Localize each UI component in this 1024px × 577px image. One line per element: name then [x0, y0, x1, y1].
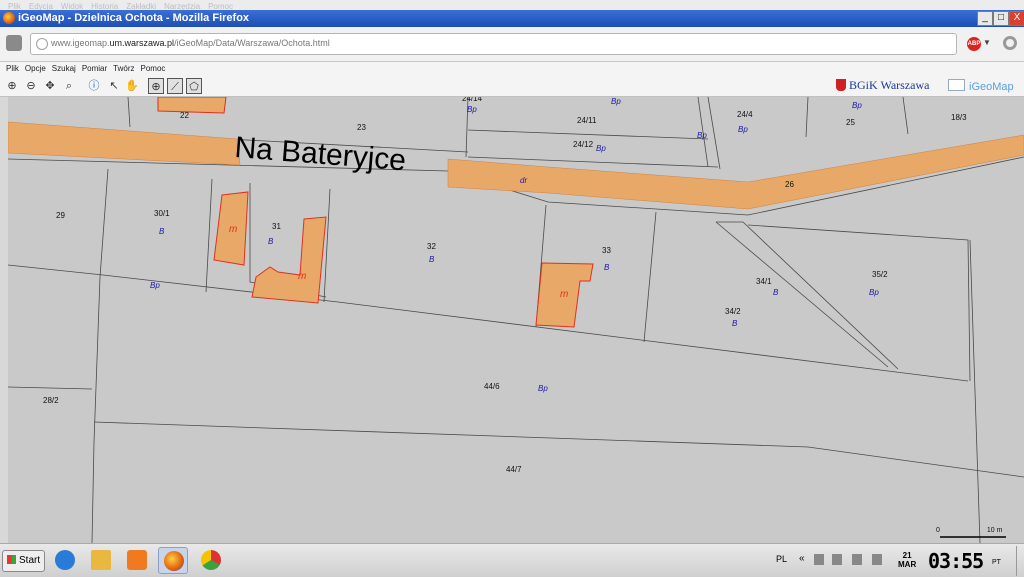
url-bar[interactable]: www.igeomap.um.warszawa.pl/iGeoMap/Data/… — [30, 33, 957, 55]
building-label: m — [298, 271, 307, 282]
parcel-label: 35/2 — [872, 270, 888, 279]
polygon-icon[interactable]: ⬠ — [186, 78, 202, 94]
parcel-use: B — [159, 227, 165, 236]
app-menu-item[interactable]: Opcje — [25, 62, 46, 76]
parcel-use: Bp — [596, 144, 606, 153]
parcel-use: Bp — [869, 288, 879, 297]
parcel-label: 30/1 — [154, 209, 170, 218]
url-text: www.igeomap.um.warszawa.pl/iGeoMap/Data/… — [51, 38, 330, 48]
minimize-button[interactable]: _ — [977, 11, 993, 26]
parcel-label: 25 — [846, 118, 855, 127]
media-player-icon[interactable] — [122, 547, 152, 574]
parcel-use: Bp — [738, 125, 748, 134]
chrome-icon[interactable] — [196, 547, 226, 574]
clock-time[interactable]: 03:55 — [928, 549, 984, 573]
maximize-button[interactable]: □ — [993, 11, 1009, 26]
zoom-out-icon[interactable]: ⊖ — [23, 78, 39, 94]
parcel-label: 34/2 — [725, 307, 741, 316]
taskbar: Start PL « 21 MAR 03:55 PT — [0, 543, 1024, 577]
parcel-label: 24/14 — [462, 97, 483, 103]
parcel-use: Bp — [150, 281, 160, 290]
parcel-use: Bp — [538, 384, 548, 393]
app-menu-item[interactable]: Twórz — [113, 62, 134, 76]
building-label: m — [229, 224, 238, 235]
parcel-label: 24/11 — [577, 116, 597, 125]
bgik-logo[interactable]: BGiK Warszawa — [836, 78, 929, 93]
parcel-use: B — [268, 237, 274, 246]
pan-icon[interactable]: ✥ — [42, 78, 58, 94]
windows-logo-icon — [7, 555, 16, 564]
parcel-label: 22 — [180, 111, 189, 120]
parcel-label: 29 — [56, 211, 65, 220]
parcel-label: 26 — [785, 180, 794, 189]
parcel-label: 18/3 — [951, 113, 967, 122]
tray-expand-icon[interactable]: « — [799, 553, 805, 564]
info-icon[interactable]: ⓘ — [86, 78, 102, 94]
home-icon[interactable] — [6, 35, 22, 51]
envelope-icon — [948, 79, 965, 91]
language-indicator[interactable]: PL — [776, 554, 787, 564]
parcel-label: 31 — [272, 222, 281, 231]
close-button[interactable]: X — [1009, 11, 1024, 26]
window-title-bar: iGeoMap - Dzielnica Ochota - Mozilla Fir… — [0, 10, 1024, 27]
gear-icon[interactable] — [1003, 36, 1017, 50]
app-menu-item[interactable]: Szukaj — [52, 62, 76, 76]
building-label: m — [560, 289, 569, 300]
pointer-icon[interactable]: ↖ — [106, 78, 122, 94]
parcel-label: 23 — [357, 123, 366, 132]
target-icon[interactable]: ⊕ — [148, 78, 164, 94]
warsaw-crest-icon — [836, 79, 846, 91]
parcel-label: 44/6 — [484, 382, 500, 391]
start-button[interactable]: Start — [2, 550, 46, 572]
parcel-label: 32 — [427, 242, 436, 251]
chevron-down-icon[interactable]: ▼ — [983, 38, 991, 47]
parcel-use: B — [604, 263, 610, 272]
zoom-window-icon[interactable]: ⌕ — [61, 78, 77, 94]
firefox-icon[interactable] — [158, 547, 188, 574]
parcel-label: 28/2 — [43, 396, 59, 405]
parcel-label: 44/7 — [506, 465, 522, 474]
parcel-label: 34/1 — [756, 277, 772, 286]
parcel-label: 33 — [602, 246, 611, 255]
parcel-use: B — [773, 288, 779, 297]
adblock-icon[interactable]: ABP — [967, 37, 981, 51]
globe-icon — [36, 38, 48, 50]
battery-icon[interactable] — [832, 554, 842, 565]
internet-explorer-icon[interactable] — [50, 547, 80, 574]
polyline-icon[interactable]: ⟋ — [167, 78, 183, 94]
hand-icon[interactable]: ✋ — [124, 78, 140, 94]
parcel-use: B — [429, 255, 435, 264]
app-menu-item[interactable]: Pomoc — [141, 62, 166, 76]
parcel-label: 24/12 — [573, 140, 594, 149]
volume-icon[interactable] — [872, 554, 882, 565]
parcel-use: Bp — [611, 97, 621, 106]
firefox-icon — [3, 12, 15, 24]
street-use-label: dr — [520, 176, 528, 185]
clock-date[interactable]: 21 MAR — [898, 551, 916, 569]
parcel-use: Bp — [852, 101, 862, 110]
parcel-use: Bp — [697, 131, 707, 140]
app-menu-item[interactable]: Plik — [6, 62, 19, 76]
zoom-in-icon[interactable]: ⊕ — [4, 78, 20, 94]
scale-labels: 0 10 m — [936, 527, 1003, 534]
app-menu-item[interactable]: Pomiar — [82, 62, 107, 76]
flag-icon[interactable] — [814, 554, 824, 565]
parcel-use: B — [732, 319, 738, 328]
file-explorer-icon[interactable] — [86, 547, 116, 574]
network-icon[interactable] — [852, 554, 862, 565]
app-menu-bar: Plik Opcje Szukaj Pomiar Twórz Pomoc — [0, 62, 1024, 76]
window-title: iGeoMap - Dzielnica Ochota - Mozilla Fir… — [18, 12, 250, 24]
clock-timezone: PT — [992, 559, 1001, 566]
parcel-label: 24/4 — [737, 110, 753, 119]
map-canvas[interactable]: Na Bateryjce dr 24/14 Bp 22 23 24/11 Bp … — [8, 97, 1024, 543]
parcel-map — [8, 97, 1024, 543]
parcel-use: Bp — [467, 105, 477, 114]
igeomap-logo[interactable]: iGeoMap — [948, 79, 1014, 93]
show-desktop-button[interactable] — [1016, 546, 1024, 576]
navigation-bar: www.igeomap.um.warszawa.pl/iGeoMap/Data/… — [0, 27, 1024, 62]
browser-menu-bar: Plik Edycja Widok Historia Zakładki Narzędzia… — [0, 0, 1024, 11]
